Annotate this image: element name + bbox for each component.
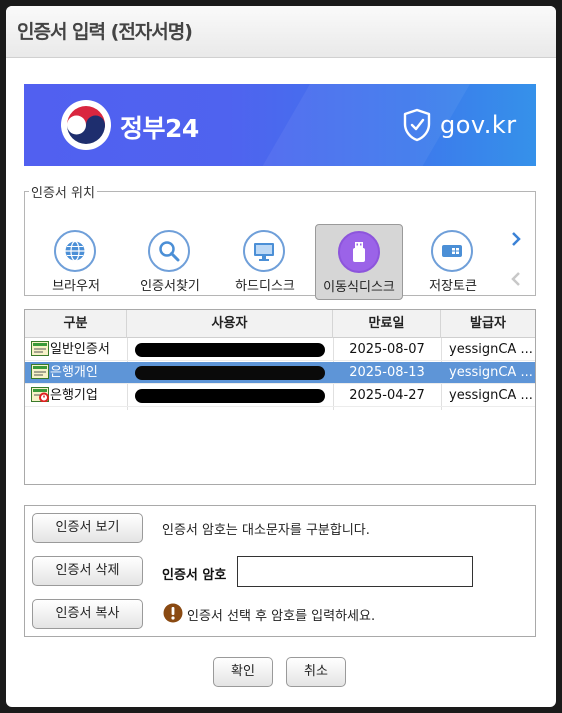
row-issuer: yessignCA ... [449,342,533,357]
window-title: 인증서 입력 (전자서명) [17,21,193,43]
password-input[interactable] [237,556,473,587]
header-user: 사용자 [127,310,333,338]
certificate-dialog: 인증서 입력 (전자서명) 정부24 gov.kr 인증서 위치 브라우저 인증… [6,6,556,707]
warning-icon [163,603,183,623]
row-type: 은행개인 [50,365,98,380]
header-expiry: 만료일 [333,310,441,338]
location-token-label: 저장토큰 [429,279,477,294]
table-row[interactable]: 일반인증서 2025-08-07 yessignCA ... [25,339,535,361]
location-removable-disk[interactable]: 이동식디스크 [315,224,403,300]
row-type-cell: 은행기업 [31,385,127,407]
certificate-icon [31,341,49,356]
redacted-user [135,389,325,403]
location-browser[interactable]: 브라우저 [32,224,120,300]
table-row-selected[interactable]: 은행개인 2025-08-13 yessignCA ... [25,362,535,384]
row-issuer: yessignCA ... [449,365,533,380]
magnifier-icon [148,230,190,272]
token-icon [431,230,473,272]
scroll-left-chevron-icon[interactable] [509,270,523,288]
header-issuer: 발급자 [470,316,506,331]
row-type: 은행기업 [50,388,98,403]
gov24-banner: 정부24 gov.kr [24,84,536,166]
ok-button[interactable]: 확인 [213,657,273,687]
usb-drive-icon [338,231,380,273]
location-legend: 인증서 위치 [31,186,95,201]
cancel-button[interactable]: 취소 [286,657,346,687]
certificate-location-group: 인증서 위치 브라우저 인증서찾기 하드디스크 이동식디스크 저장토큰 [24,182,536,300]
table-header: 구분 사용자 만료일 발급자 [25,310,535,338]
row-type-cell: 은행개인 [31,362,127,384]
location-security-token[interactable]: 저장토큰 [409,224,497,300]
row-expiry: 2025-08-13 [349,365,425,380]
location-browser-label: 브라우저 [52,279,100,294]
view-certificate-button[interactable]: 인증서 보기 [32,513,143,543]
row-type-cell: 일반인증서 [31,339,127,361]
copy-certificate-button[interactable]: 인증서 복사 [32,599,143,629]
banner-domain: gov.kr [440,111,517,139]
row-type: 일반인증서 [50,342,110,357]
row-expiry: 2025-08-07 [349,342,425,357]
header-type: 구분 [25,310,127,338]
shield-check-icon [403,108,431,142]
location-hard-disk-label: 하드디스크 [235,279,295,294]
password-label: 인증서 암호 [162,568,227,583]
certificate-icon [31,364,49,379]
banner-brand: 정부24 [120,114,199,143]
monitor-icon [243,230,285,272]
certificate-actions-panel: 인증서 보기 인증서 암호는 대소문자를 구분합니다. 인증서 삭제 인증서 암… [24,505,536,637]
title-bar: 인증서 입력 (전자서명) [6,6,556,58]
location-find-label: 인증서찾기 [140,279,200,294]
certificate-table: 구분 사용자 만료일 발급자 일반인증서 2025-08-07 yessignC… [24,309,536,485]
location-hard-disk[interactable]: 하드디스크 [221,224,309,300]
scroll-right-chevron-icon[interactable] [509,230,523,248]
taegeuk-logo-icon [61,100,111,150]
redacted-user [135,343,325,357]
globe-icon [54,230,96,272]
location-removable-label: 이동식디스크 [323,280,395,295]
password-hint: 인증서 선택 후 암호를 입력하세요. [187,609,376,624]
row-issuer: yessignCA ... [449,388,533,403]
row-expiry: 2025-04-27 [349,388,425,403]
redacted-user [135,366,325,380]
case-sensitive-note: 인증서 암호는 대소문자를 구분합니다. [162,523,370,538]
table-row[interactable]: 은행기업 2025-04-27 yessignCA ... [25,385,535,407]
expired-certificate-icon [31,387,49,403]
location-find-certificate[interactable]: 인증서찾기 [126,224,214,300]
delete-certificate-button[interactable]: 인증서 삭제 [32,556,143,586]
